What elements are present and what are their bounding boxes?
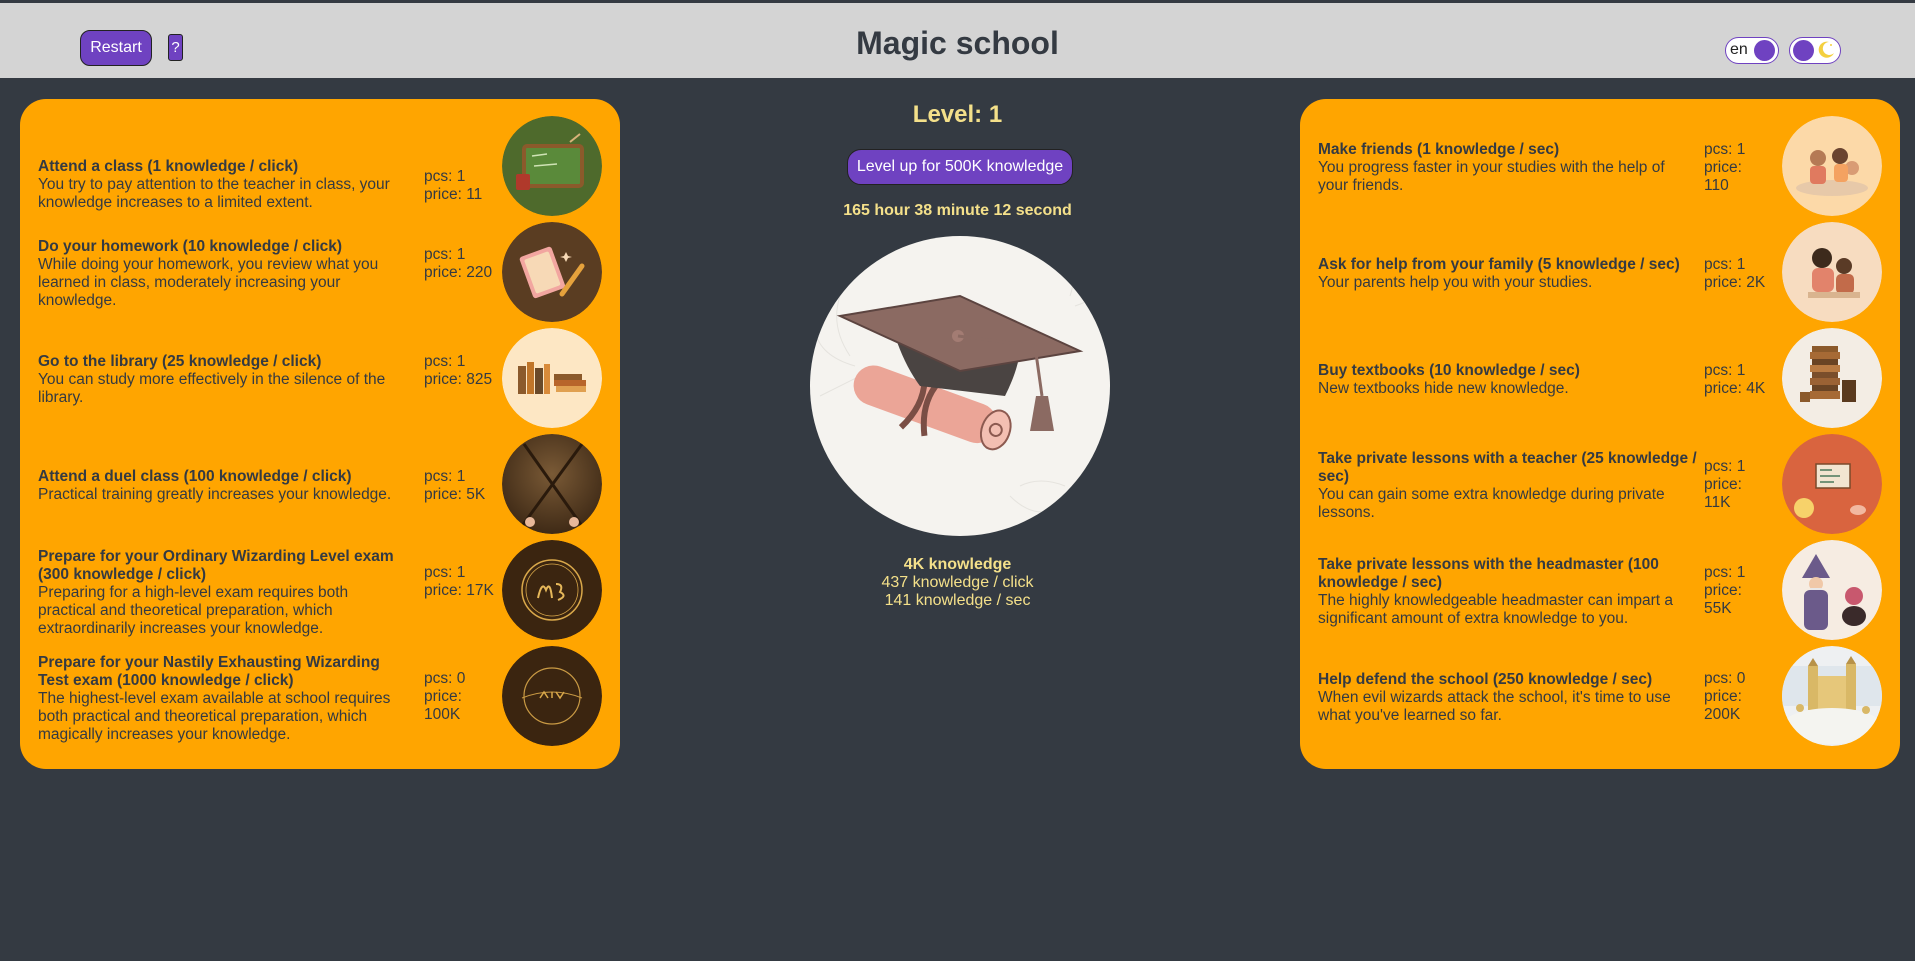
upgrade-stats: pcs: 1 price: 11 — [424, 168, 494, 204]
upgrade-item: Attend a duel class (100 knowledge / cli… — [20, 434, 620, 540]
upgrade-price: price: 4K — [1704, 380, 1766, 397]
upgrade-price: price: 200K — [1704, 688, 1742, 723]
upgrade-pcs: pcs: 1 — [1704, 458, 1746, 475]
castle-icon[interactable] — [1782, 646, 1882, 746]
notebook-pencil-icon[interactable] — [502, 222, 602, 322]
passive-upgrades-panel: Make friends (1 knowledge / sec) You pro… — [1300, 99, 1900, 769]
upgrade-item: Go to the library (25 knowledge / click)… — [20, 328, 620, 434]
upgrade-pcs: pcs: 1 — [1704, 141, 1746, 158]
family-icon[interactable] — [1782, 222, 1882, 322]
upgrade-stats: pcs: 1 price: 2K — [1704, 256, 1770, 292]
upgrade-pcs: pcs: 1 — [424, 353, 466, 370]
upgrade-item: Make friends (1 knowledge / sec) You pro… — [1300, 116, 1900, 222]
upgrade-pcs: pcs: 1 — [424, 246, 466, 263]
upgrade-text: Ask for help from your family (5 knowled… — [1318, 256, 1698, 292]
upgrade-description: When evil wizards attack the school, it'… — [1318, 689, 1671, 724]
upgrade-name: Attend a duel class (100 knowledge / cli… — [38, 468, 352, 485]
upgrade-name: Go to the library (25 knowledge / click) — [38, 353, 322, 370]
upgrade-price: price: 55K — [1704, 582, 1742, 617]
upgrade-text: Take private lessons with a teacher (25 … — [1318, 450, 1698, 522]
upgrade-stats: pcs: 1 price: 220 — [424, 246, 494, 282]
upgrade-stats: pcs: 1 price: 11K — [1704, 458, 1770, 512]
upgrade-stats: pcs: 1 price: 55K — [1704, 564, 1770, 618]
upgrade-item: Ask for help from your family (5 knowled… — [1300, 222, 1900, 328]
upgrade-price: price: 825 — [424, 371, 493, 388]
level-up-button[interactable]: Level up for 500K knowledge — [847, 149, 1073, 185]
upgrade-text: Take private lessons with the headmaster… — [1318, 556, 1698, 628]
textbooks-icon[interactable] — [1782, 328, 1882, 428]
upgrade-stats: pcs: 0 price: 200K — [1704, 670, 1770, 724]
upgrade-text: Help defend the school (250 knowledge / … — [1318, 671, 1698, 725]
upgrade-stats: pcs: 1 price: 5K — [424, 468, 494, 504]
upgrade-item: Prepare for your Nastily Exhausting Wiza… — [20, 646, 620, 752]
upgrade-item: Help defend the school (250 knowledge / … — [1300, 646, 1900, 752]
upgrade-stats: pcs: 1 price: 110 — [1704, 141, 1770, 195]
upgrade-item: Do your homework (10 knowledge / click) … — [20, 222, 620, 328]
upgrade-name: Ask for help from your family (5 knowled… — [1318, 256, 1680, 273]
upgrade-pcs: pcs: 0 — [424, 670, 466, 687]
teacher-icon[interactable] — [1782, 434, 1882, 534]
upgrade-text: Prepare for your Nastily Exhausting Wiza… — [38, 654, 410, 744]
language-toggle-knob — [1754, 40, 1775, 61]
friends-icon[interactable] — [1782, 116, 1882, 216]
upgrade-text: Go to the library (25 knowledge / click)… — [38, 353, 410, 407]
newt-seal-icon[interactable] — [502, 646, 602, 746]
graduation-cap-icon[interactable] — [810, 236, 1110, 536]
upgrade-item: Take private lessons with a teacher (25 … — [1300, 434, 1900, 540]
upgrade-price: price: 220 — [424, 264, 493, 281]
upgrade-text: Do your homework (10 knowledge / click) … — [38, 238, 410, 310]
upgrade-price: price: 110 — [1704, 159, 1742, 194]
theme-toggle[interactable] — [1789, 37, 1841, 64]
theme-toggle-knob — [1793, 40, 1814, 61]
upgrade-name: Take private lessons with a teacher (25 … — [1318, 450, 1697, 485]
upgrade-description: Practical training greatly increases you… — [38, 486, 392, 503]
upgrade-price: price: 2K — [1704, 274, 1766, 291]
upgrade-name: Make friends (1 knowledge / sec) — [1318, 141, 1560, 158]
books-icon[interactable] — [502, 328, 602, 428]
headmaster-icon[interactable] — [1782, 540, 1882, 640]
upgrade-name: Attend a class (1 knowledge / click) — [38, 158, 299, 175]
upgrade-description: You can gain some extra knowledge during… — [1318, 486, 1665, 521]
upgrade-name: Help defend the school (250 knowledge / … — [1318, 671, 1653, 688]
upgrade-name: Do your homework (10 knowledge / click) — [38, 238, 343, 255]
upgrade-price: price: 11K — [1704, 476, 1742, 511]
wands-icon[interactable] — [502, 434, 602, 534]
upgrade-pcs: pcs: 1 — [1704, 362, 1746, 379]
upgrade-text: Attend a duel class (100 knowledge / cli… — [38, 468, 410, 504]
click-upgrades-panel: Attend a class (1 knowledge / click) You… — [20, 99, 620, 769]
upgrade-description: Your parents help you with your studies. — [1318, 274, 1593, 291]
upgrade-pcs: pcs: 1 — [424, 468, 466, 485]
upgrade-price: price: 100K — [424, 688, 462, 723]
upgrade-description: The highest-level exam available at scho… — [38, 690, 391, 743]
upgrade-text: Make friends (1 knowledge / sec) You pro… — [1318, 141, 1698, 195]
moon-icon — [1818, 41, 1834, 58]
upgrade-description: You can study more effectively in the si… — [38, 371, 386, 406]
upgrade-stats: pcs: 1 price: 4K — [1704, 362, 1770, 398]
chalkboard-icon[interactable] — [502, 116, 602, 216]
upgrade-price: price: 5K — [424, 486, 486, 503]
upgrade-item: Take private lessons with the headmaster… — [1300, 540, 1900, 646]
upgrade-stats: pcs: 0 price: 100K — [424, 670, 494, 724]
upgrade-pcs: pcs: 1 — [1704, 564, 1746, 581]
upgrade-item: Buy textbooks (10 knowledge / sec) New t… — [1300, 328, 1900, 434]
upgrade-description: New textbooks hide new knowledge. — [1318, 380, 1569, 397]
upgrade-pcs: pcs: 0 — [1704, 670, 1746, 687]
upgrade-description: While doing your homework, you review wh… — [38, 256, 379, 309]
upgrade-stats: pcs: 1 price: 825 — [424, 353, 494, 389]
language-label: en — [1730, 41, 1748, 58]
upgrade-name: Buy textbooks (10 knowledge / sec) — [1318, 362, 1580, 379]
upgrade-description: You progress faster in your studies with… — [1318, 159, 1665, 194]
upgrade-pcs: pcs: 1 — [424, 168, 466, 185]
language-toggle[interactable]: en — [1725, 37, 1779, 64]
upgrade-pcs: pcs: 1 — [1704, 256, 1746, 273]
upgrade-name: Take private lessons with the headmaster… — [1318, 556, 1659, 591]
header-bar: Restart ? Magic school en — [0, 0, 1915, 78]
upgrade-description: The highly knowledgeable headmaster can … — [1318, 592, 1673, 627]
upgrade-text: Buy textbooks (10 knowledge / sec) New t… — [1318, 362, 1698, 398]
page-title: Magic school — [856, 25, 1059, 61]
upgrade-name: Prepare for your Nastily Exhausting Wiza… — [38, 654, 380, 689]
